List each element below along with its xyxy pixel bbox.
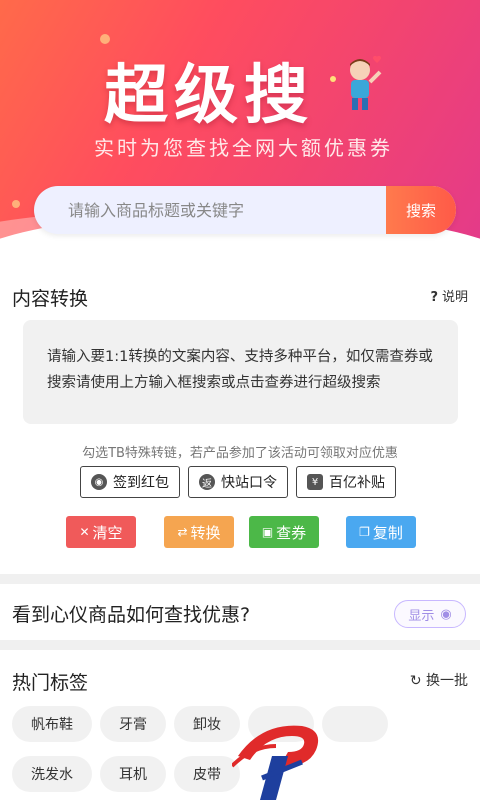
hero-subtitle: 实时为您查找全网大额优惠券 (94, 136, 393, 160)
help-link[interactable]: ? 说明 (430, 286, 468, 305)
check-coupon-button[interactable]: ▣ 查券 (249, 516, 319, 548)
copy-icon: ❐ (359, 525, 370, 539)
show-label: 显示 (408, 608, 435, 624)
tag-item[interactable] (322, 706, 388, 742)
return-icon: 返 (199, 474, 215, 490)
option-quick-command[interactable]: 返 快站口令 (188, 466, 288, 498)
clear-icon: ✕ (79, 525, 90, 539)
decor-dot (100, 34, 110, 44)
how-to-title: 看到心仪商品如何查找优惠? (12, 604, 251, 626)
tag-item[interactable]: 耳机 (100, 756, 166, 792)
brand-logo-icon (232, 725, 319, 800)
tb-option-group: ◉ 签到红包 返 快站口令 ¥ 百亿补贴 (80, 466, 396, 498)
convert-textarea[interactable]: 请输入要1:1转换的文案内容、支持多种平台，如仅需查券或搜索请使用上方输入框搜索… (23, 320, 458, 424)
convert-button[interactable]: ⇄ 转换 (164, 516, 234, 548)
hero-title: 超级搜 (104, 59, 314, 133)
copy-label: 复制 (372, 523, 403, 542)
check-coupon-label: 查券 (276, 523, 307, 542)
decor-dot (330, 76, 336, 82)
option-checkin-redpacket[interactable]: ◉ 签到红包 (80, 466, 180, 498)
help-label: 说明 (441, 290, 468, 305)
search-bar: 搜索 (34, 186, 456, 234)
refresh-icon: ↻ (409, 673, 422, 689)
section-title-content-convert: 内容转换 (12, 288, 89, 310)
eye-icon: ◉ (440, 606, 452, 622)
clear-button[interactable]: ✕ 清空 (66, 516, 136, 548)
search-input[interactable] (34, 186, 386, 234)
tag-item[interactable]: 帆布鞋 (12, 706, 92, 742)
how-to-card: 看到心仪商品如何查找优惠? 显示 ◉ (0, 584, 480, 640)
option-label: 快站口令 (221, 475, 277, 491)
option-label: 百亿补贴 (329, 475, 385, 491)
refresh-label: 换一批 (426, 673, 468, 689)
tag-item[interactable]: 皮带 (174, 756, 240, 792)
search-button[interactable]: 搜索 (386, 186, 456, 234)
tag-item[interactable]: 洗发水 (12, 756, 92, 792)
coupon-icon: ▣ (261, 525, 274, 539)
hot-tags-title: 热门标签 (12, 672, 89, 694)
question-icon: ? (430, 290, 438, 305)
mascot-icon (350, 56, 382, 110)
convert-icon: ⇄ (177, 525, 188, 539)
tb-special-hint: 勾选TB特殊转链，若产品参加了该活动可领取对应优惠 (82, 446, 398, 461)
option-subsidy[interactable]: ¥ 百亿补贴 (296, 466, 396, 498)
wallet-icon: ◉ (91, 474, 107, 490)
subsidy-icon: ¥ (307, 474, 323, 490)
convert-label: 转换 (190, 523, 221, 542)
refresh-tags-button[interactable]: ↻ 换一批 (410, 670, 468, 690)
content-convert-card: 内容转换 ? 说明 请输入要1:1转换的文案内容、支持多种平台，如仅需查券或搜索请… (0, 262, 480, 574)
tag-item[interactable]: 卸妆 (174, 706, 240, 742)
copy-button[interactable]: ❐ 复制 (346, 516, 416, 548)
tag-item[interactable]: 牙膏 (100, 706, 166, 742)
clear-label: 清空 (92, 523, 123, 542)
show-toggle-button[interactable]: 显示 ◉ (394, 600, 466, 628)
option-label: 签到红包 (113, 475, 169, 491)
decor-dot (12, 200, 20, 208)
